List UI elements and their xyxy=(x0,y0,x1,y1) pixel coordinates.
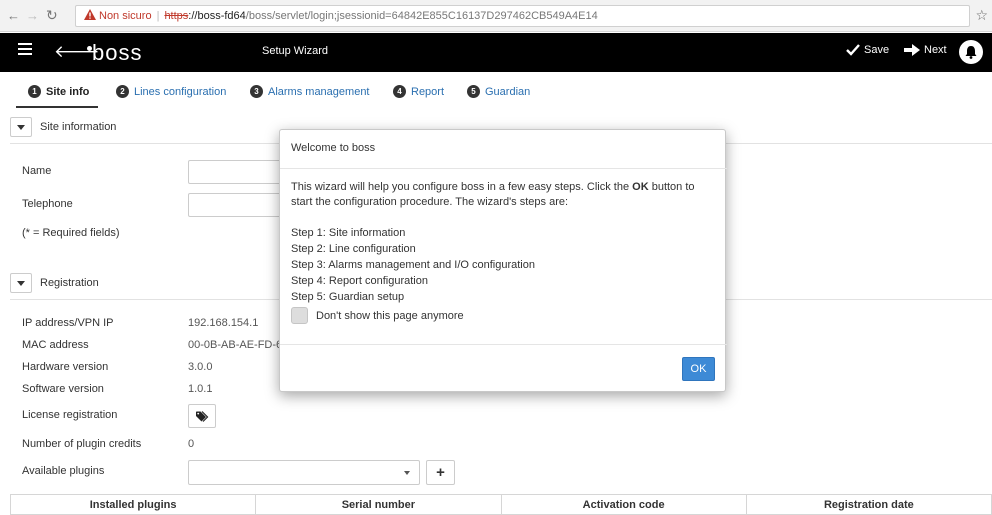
telephone-label: Telephone xyxy=(22,198,73,210)
list-item: Step 5: Guardian setup xyxy=(291,291,405,303)
step-number-badge: 3 xyxy=(250,85,263,98)
registration-section-header[interactable]: Registration xyxy=(10,273,99,293)
license-registration-label: License registration xyxy=(22,409,118,421)
available-plugins-select[interactable] xyxy=(188,460,420,485)
not-secure-label: Non sicuro xyxy=(99,10,152,22)
dialog-title: Welcome to boss xyxy=(291,142,376,154)
divider xyxy=(280,344,727,345)
dont-show-checkbox[interactable] xyxy=(291,307,308,324)
software-version-label: Software version xyxy=(22,383,104,395)
name-input[interactable] xyxy=(188,160,288,184)
collapse-caret-icon[interactable] xyxy=(10,117,32,137)
active-tab-indicator xyxy=(16,106,98,108)
warning-icon xyxy=(84,9,96,20)
dialog-body: This wizard will help you configure boss… xyxy=(291,181,695,208)
telephone-input[interactable] xyxy=(188,193,288,217)
url-host: ://boss-fd64 xyxy=(188,10,246,22)
available-plugins-label: Available plugins xyxy=(22,465,105,477)
column-header[interactable]: Registration date xyxy=(747,495,991,514)
tab-alarms-management[interactable]: 3 Alarms management xyxy=(250,85,370,98)
mac-address-label: MAC address xyxy=(22,339,89,351)
collapse-caret-icon[interactable] xyxy=(10,273,32,293)
url-path: /boss/servlet/login;jsessionid=64842E855… xyxy=(245,10,598,22)
ok-button[interactable]: OK xyxy=(682,357,715,381)
step-number-badge: 1 xyxy=(28,85,41,98)
bookmark-star-icon[interactable]: ☆ xyxy=(975,7,988,24)
boss-logo: boss xyxy=(87,40,142,66)
mac-address-value: 00-0B-AB-AE-FD-64 xyxy=(188,339,289,351)
reload-icon[interactable]: ↻ xyxy=(46,7,58,24)
column-header[interactable]: Installed plugins xyxy=(11,495,257,514)
address-bar[interactable]: Non sicuro | https://boss-fd64/boss/servle… xyxy=(75,5,970,27)
app-header: 🡐 boss Setup Wizard Save Next xyxy=(0,33,992,72)
list-item: Step 2: Line configuration xyxy=(291,243,416,255)
dont-show-again-option[interactable]: Don't show this page anymore xyxy=(291,307,464,324)
page-title: Setup Wizard xyxy=(262,45,329,57)
save-button[interactable]: Save xyxy=(846,44,889,56)
browser-back-icon[interactable]: ← xyxy=(7,8,20,23)
plus-icon: + xyxy=(436,464,445,481)
bell-icon[interactable] xyxy=(959,40,983,64)
column-header[interactable]: Activation code xyxy=(502,495,747,514)
tag-icon xyxy=(195,410,208,422)
url-scheme: https xyxy=(164,10,189,22)
license-registration-button[interactable] xyxy=(188,404,216,428)
list-item: Step 4: Report configuration xyxy=(291,275,428,287)
arrow-right-icon xyxy=(904,44,920,56)
chevron-down-icon xyxy=(404,471,410,475)
wizard-steps-list: Step 1: Site information Step 2: Line co… xyxy=(291,225,535,305)
list-item: Step 1: Site information xyxy=(291,227,406,239)
ip-address-value: 192.168.154.1 xyxy=(188,317,259,329)
hardware-version-label: Hardware version xyxy=(22,361,109,373)
ip-address-label: IP address/VPN IP xyxy=(22,317,114,329)
add-plugin-button[interactable]: + xyxy=(426,460,455,485)
browser-toolbar: ← → ↻ Non sicuro | https://boss-fd64/boss/… xyxy=(0,0,992,32)
list-item: Step 3: Alarms management and I/O config… xyxy=(291,259,535,271)
plugin-credits-label: Number of plugin credits xyxy=(22,438,142,450)
step-number-badge: 5 xyxy=(467,85,480,98)
step-number-badge: 2 xyxy=(116,85,129,98)
software-version-value: 1.0.1 xyxy=(188,383,213,395)
next-button[interactable]: Next xyxy=(904,44,947,56)
tab-site-info[interactable]: 1 Site info xyxy=(28,85,89,98)
hardware-version-value: 3.0.0 xyxy=(188,361,213,373)
tab-guardian[interactable]: 5 Guardian xyxy=(467,85,530,98)
column-header[interactable]: Serial number xyxy=(256,495,502,514)
divider xyxy=(280,168,727,169)
required-note: (* = Required fields) xyxy=(22,227,120,239)
checkmark-icon xyxy=(846,44,860,56)
menu-icon[interactable] xyxy=(18,43,32,55)
wizard-tabs: 1 Site info 2 Lines configuration 3 Alar… xyxy=(0,72,992,112)
name-label: Name xyxy=(22,165,52,177)
browser-forward-icon[interactable]: → xyxy=(26,8,39,23)
welcome-dialog: Welcome to boss This wizard will help yo… xyxy=(279,129,727,392)
plugin-credits-value: 0 xyxy=(188,438,195,450)
tab-report[interactable]: 4 Report xyxy=(393,85,444,98)
tab-lines-configuration[interactable]: 2 Lines configuration xyxy=(116,85,226,98)
installed-plugins-table-header: Installed plugins Serial number Activati… xyxy=(10,494,992,515)
site-info-section-header[interactable]: Site information xyxy=(10,117,116,137)
step-number-badge: 4 xyxy=(393,85,406,98)
